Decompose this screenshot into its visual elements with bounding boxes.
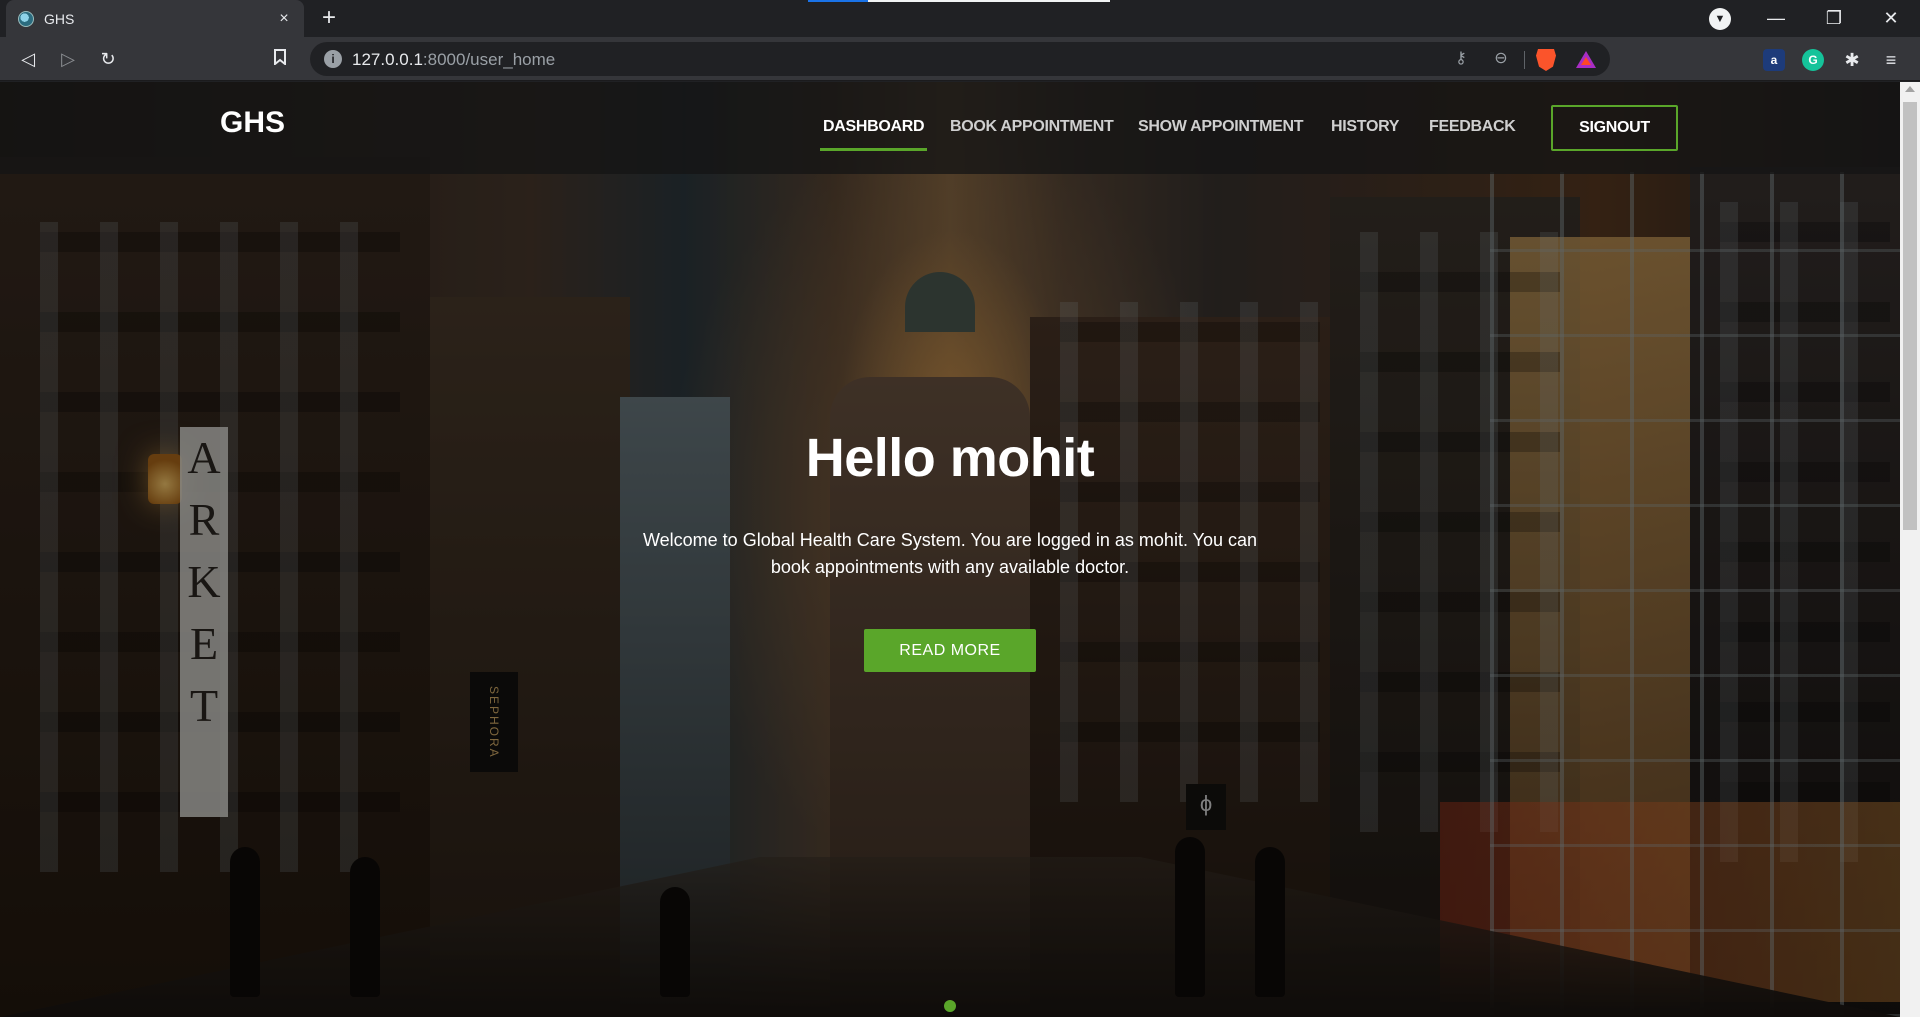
restore-button[interactable]: ❐ (1805, 0, 1863, 37)
address-bar[interactable]: i 127.0.0.1:8000/user_home ⚷ ⊖ (310, 42, 1610, 76)
site-header: GHS DASHBOARD BOOK APPOINTMENT SHOW APPO… (0, 82, 1900, 174)
url-text[interactable]: 127.0.0.1:8000/user_home (352, 50, 555, 70)
hero-title: Hello mohit (805, 428, 1095, 488)
page-scrollbar[interactable] (1900, 82, 1920, 1017)
signout-button[interactable]: SIGNOUT (1551, 105, 1678, 151)
site-info-icon[interactable]: i (324, 50, 342, 68)
brave-rewards-icon[interactable] (1576, 51, 1596, 68)
zoom-icon[interactable]: ⊖ (1490, 49, 1512, 71)
puzzle-icon[interactable]: ✱ (1841, 49, 1863, 71)
nav-feedback[interactable]: FEEDBACK (1429, 118, 1516, 136)
nav-show-appointment[interactable]: SHOW APPOINTMENT (1138, 118, 1304, 136)
site-favicon-icon (18, 10, 34, 27)
nav-dashboard[interactable]: DASHBOARD (819, 118, 928, 151)
new-tab-button[interactable]: + (314, 4, 344, 34)
loading-indicator (808, 0, 1110, 2)
extension-icon[interactable]: a (1763, 49, 1785, 71)
carousel-indicator[interactable] (944, 1000, 956, 1012)
grammarly-icon[interactable]: G (1802, 49, 1824, 71)
scroll-thumb[interactable] (1903, 102, 1917, 530)
tab-title: GHS (44, 10, 75, 27)
browser-toolbar: ◁ ▷ ↻ i 127.0.0.1:8000/user_home ⚷ ⊖ a G… (0, 37, 1920, 81)
brand-logo[interactable]: GHS (220, 106, 285, 140)
back-icon[interactable]: ◁ (14, 45, 42, 73)
reload-icon[interactable]: ↻ (94, 45, 122, 73)
nav-history[interactable]: HISTORY (1331, 118, 1399, 136)
read-more-button[interactable]: READ MORE (864, 629, 1036, 672)
scroll-up-icon[interactable] (1905, 86, 1915, 92)
omnibox-divider (1524, 51, 1525, 69)
close-window-button[interactable]: ✕ (1862, 0, 1920, 37)
key-icon[interactable]: ⚷ (1450, 49, 1472, 71)
browser-tab[interactable]: GHS × (6, 0, 304, 37)
brave-shields-icon[interactable] (1536, 49, 1556, 71)
hero-description: Welcome to Global Health Care System. Yo… (642, 530, 1258, 577)
minimize-button[interactable]: — (1747, 0, 1805, 37)
menu-icon[interactable]: ≡ (1880, 49, 1902, 71)
tab-close-icon[interactable]: × (272, 10, 296, 28)
forward-icon[interactable]: ▷ (54, 45, 82, 73)
bookmark-icon[interactable] (266, 45, 294, 73)
nav-book-appointment[interactable]: BOOK APPOINTMENT (950, 118, 1114, 136)
tab-strip: GHS × + ▼ — ❐ ✕ (0, 0, 1920, 37)
page-viewport: ARKET SEPHORA ϕ GHS DASHBOARD BOOK APPOI… (0, 82, 1900, 1017)
profile-dropdown-icon[interactable]: ▼ (1709, 8, 1731, 30)
